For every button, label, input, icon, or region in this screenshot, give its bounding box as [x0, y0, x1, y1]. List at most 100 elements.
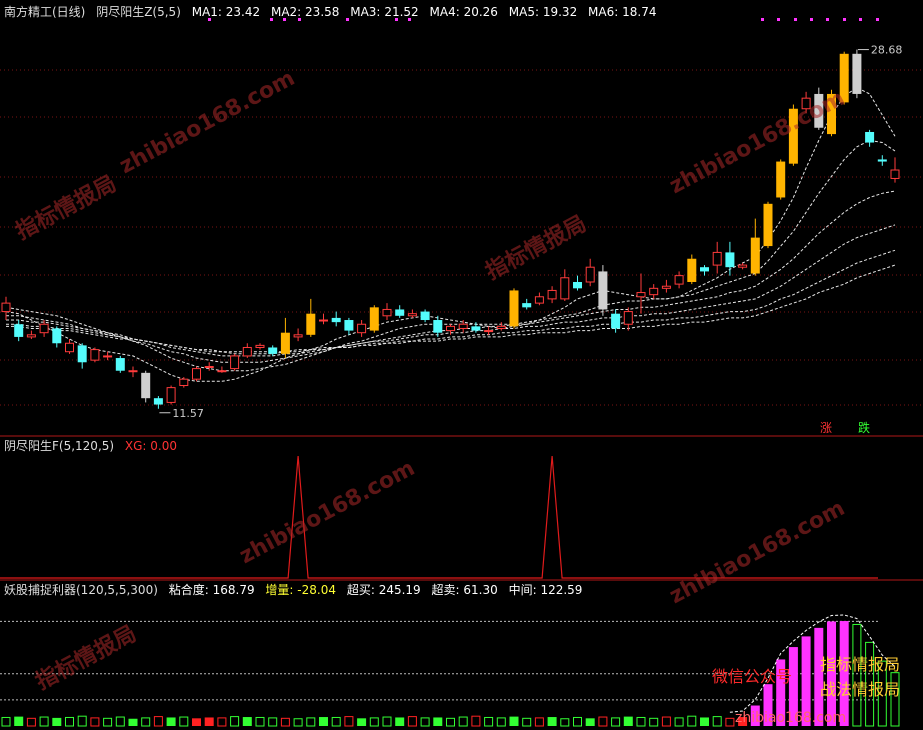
- candle: [14, 320, 24, 342]
- min-price-label: 11.57: [172, 407, 204, 420]
- osc-bar: [547, 717, 557, 726]
- candle: [865, 129, 875, 147]
- osc-bar: [26, 717, 36, 727]
- candle: [103, 351, 113, 361]
- osc-bar: [204, 717, 214, 726]
- candle: [255, 343, 265, 350]
- osc-bar: [598, 716, 608, 727]
- ma6-reading: MA6: 18.74: [588, 5, 657, 19]
- osc-bar: [446, 717, 455, 727]
- osc-bar: [573, 716, 582, 727]
- candle: [344, 317, 354, 335]
- osc-bar: [700, 717, 709, 726]
- osc-bar: [14, 716, 24, 726]
- oscillator-title[interactable]: 妖股捕捉利器(120,5,5,300): [4, 583, 158, 597]
- ma-line: [6, 190, 896, 363]
- candle: [585, 258, 595, 287]
- xg-panel-title[interactable]: 阴尽阳生F(5,120,5): [4, 439, 114, 453]
- osc-bar: [458, 716, 468, 727]
- osc-bar: [1, 716, 11, 727]
- osc-bar: [407, 716, 417, 727]
- osc-bar: [509, 716, 519, 726]
- osc-bar: [39, 716, 49, 727]
- candle: [433, 315, 443, 337]
- max-price-label: 28.68: [871, 44, 903, 57]
- osc-bar: [65, 716, 74, 727]
- osc-bar: [268, 717, 278, 727]
- osc-bar: [77, 715, 87, 727]
- main-panel-header: 南方精工(日线) 阴尽阳生Z(5,5) MA1: 23.42 MA2: 23.5…: [4, 3, 663, 21]
- candles: [1, 49, 900, 414]
- candle: [153, 396, 163, 409]
- osc-bar: [357, 718, 367, 726]
- candle: [522, 298, 532, 310]
- osc-bar: [52, 717, 62, 726]
- ma3-reading: MA3: 21.52: [350, 5, 419, 19]
- signal-dot: [794, 18, 797, 21]
- reading-overbought: 超买: 245.19: [346, 583, 421, 597]
- osc-bar: [420, 717, 430, 727]
- candle: [573, 275, 582, 291]
- candle: [725, 241, 735, 276]
- osc-bar: [128, 718, 138, 726]
- xg-panel-header: 阴尽阳生F(5,120,5) XG: 0.00: [4, 437, 184, 455]
- osc-bar: [242, 717, 252, 726]
- candle: [166, 385, 176, 405]
- ma2-reading: MA2: 23.58: [270, 5, 340, 19]
- osc-bar: [636, 716, 646, 727]
- candle: [293, 328, 303, 342]
- osc-bar: [331, 716, 341, 727]
- candle: [77, 343, 87, 369]
- osc-bar: [661, 716, 671, 727]
- signal-dot: [876, 18, 879, 21]
- candle: [890, 157, 900, 183]
- osc-bar: [382, 716, 392, 727]
- signal-dot: [859, 18, 862, 21]
- candle: [65, 339, 74, 354]
- ma-line: [6, 264, 896, 353]
- market-title[interactable]: 南方精工(日线): [4, 5, 85, 19]
- osc-bar: [255, 716, 265, 727]
- signal-dot: [826, 18, 829, 21]
- osc-bar: [674, 717, 684, 727]
- candle: [395, 305, 405, 318]
- candle: [661, 279, 671, 293]
- osc-bar: [115, 716, 125, 727]
- candle: [674, 271, 684, 289]
- candle: [242, 343, 252, 359]
- osc-bar: [852, 623, 862, 727]
- signal-dot: [843, 18, 846, 21]
- osc-bar: [230, 716, 240, 727]
- signal-label-rise: 涨: [820, 420, 832, 435]
- ma-line: [5, 139, 896, 372]
- indicator-name[interactable]: 阴尽阳生Z(5,5): [96, 5, 181, 19]
- candle: [776, 159, 786, 200]
- osc-bar: [369, 717, 379, 727]
- osc-bar: [522, 717, 532, 727]
- ma-line: [6, 249, 896, 355]
- candle: [128, 366, 138, 378]
- candle: [712, 241, 722, 274]
- candle: [369, 305, 379, 333]
- candle: [331, 311, 341, 327]
- ma1-reading: MA1: 23.42: [191, 5, 261, 19]
- candle: [509, 288, 519, 329]
- xg-reading: XG: 0.00: [124, 439, 178, 453]
- signal-dot: [761, 18, 764, 21]
- candle: [877, 155, 887, 166]
- stock-chart[interactable]: 28.68 11.57 涨 跌 微信公众号 指标情报局 战法情报局 zhibia…: [0, 0, 923, 730]
- candle: [598, 265, 608, 316]
- osc-bar: [471, 715, 481, 727]
- candle: [306, 298, 316, 337]
- osc-bar: [166, 717, 176, 726]
- osc-bar: [585, 718, 595, 726]
- osc-bar: [433, 717, 443, 726]
- candle: [382, 303, 392, 321]
- candle: [90, 347, 100, 363]
- candle: [763, 201, 773, 249]
- candle: [687, 254, 697, 285]
- reading-middle: 中间: 122.59: [508, 583, 583, 597]
- signal-dot: [777, 18, 780, 21]
- osc-bar: [306, 717, 316, 727]
- reading-increment: 增量: -28.04: [265, 583, 336, 597]
